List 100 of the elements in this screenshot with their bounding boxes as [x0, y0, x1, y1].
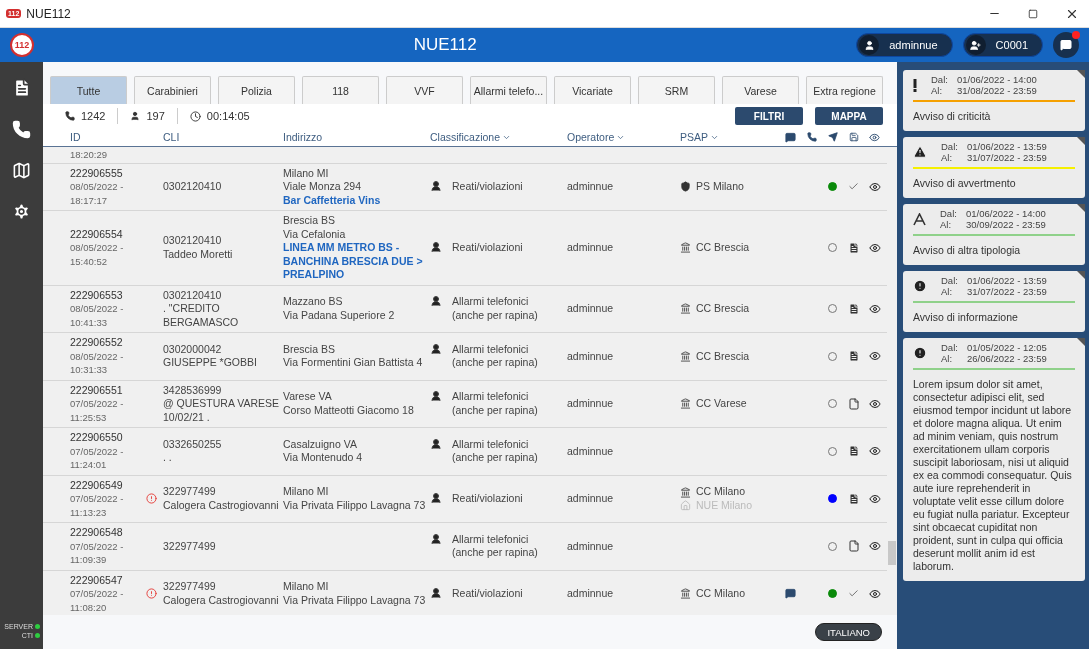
- call-id: 222906555: [70, 166, 124, 180]
- address-line: Casalzuigno VA: [283, 437, 358, 452]
- tab[interactable]: VVF: [386, 76, 463, 104]
- column-header[interactable]: ID: [70, 131, 140, 143]
- end-date: 31/07/2022 - 23:59: [967, 286, 1047, 297]
- notice-card[interactable]: Dal: 01/06/2022 - 13:59 Al: 31/07/2022 - 23:59 Avviso di avvertmento: [903, 137, 1085, 198]
- notice-card[interactable]: [903, 338, 1085, 581]
- user-chip[interactable]: adminnue: [856, 33, 953, 57]
- call-date: 07/05/2022 -: [70, 587, 125, 601]
- notice-card[interactable]: Dal: 01/06/2022 - 14:00 Al: 30/09/2022 - 23:59 Avviso di altra tipologia: [903, 204, 1085, 265]
- address-line: Via Privata Filippo Lavagna 73: [283, 593, 427, 608]
- operator: adminnue: [567, 302, 615, 316]
- message-icon[interactable]: [785, 588, 796, 600]
- call-date: 07/05/2022 -: [70, 397, 125, 411]
- folded-corner-icon: [1077, 271, 1085, 279]
- place-name: Bar Caffetteria Vins: [283, 193, 382, 207]
- map-icon[interactable]: [12, 161, 31, 180]
- call-time: 11:09:39: [70, 553, 108, 567]
- table-row[interactable]: 222906552 08/05/2022 - 10:31:33 0302000042 GIUSEPPE *GOBBI Brescia BS Via Formentini Gian Battista 4 Allarmi telefonici (anche per rapina) adminnue CC Brescia: [43, 333, 887, 381]
- tab[interactable]: Allarmi telefo...: [470, 76, 547, 104]
- classification: Allarmi telefonici (anche per rapina): [452, 342, 539, 370]
- station-chip[interactable]: C0001: [962, 33, 1043, 57]
- building-icon: [680, 350, 691, 362]
- call-time: 18:20:29: [70, 148, 108, 162]
- caller-info: 0302120410: [163, 180, 223, 194]
- classification: Reati/violazioni: [452, 587, 523, 601]
- table-row[interactable]: 222906553 08/05/2022 - 10:41:33 0302120410 . "CREDITO BERGAMASCO Mazzano BS Via Padana Superiore 2 Allarmi telefonici (anche per rapina) adminnue CC Brescia: [43, 285, 887, 333]
- notice-card[interactable]: Dal: 01/06/2022 - 13:59 Al: 31/07/2022 - 23:59 Avviso di informazione: [903, 271, 1085, 332]
- tab[interactable]: Carabinieri: [134, 76, 211, 104]
- exclamation-icon: [913, 78, 917, 92]
- date-label: Dal:: [941, 141, 959, 152]
- messages-button[interactable]: [1053, 32, 1079, 58]
- caller-info: 322977499: [163, 580, 217, 594]
- call-date: 07/05/2022 -: [70, 492, 125, 506]
- call-id: 222906552: [70, 336, 124, 350]
- table-row[interactable]: 222906548 07/05/2022 - 11:09:39 322977499 Allarmi telefonici (anche per rapina) adminnue: [43, 523, 887, 571]
- column-header[interactable]: Classificazione: [430, 131, 567, 143]
- caller-info: Taddeo Moretti: [163, 247, 234, 262]
- caller-info: 0332650255: [163, 437, 223, 452]
- operator: adminnue: [567, 444, 615, 458]
- tab[interactable]: Extra regione: [806, 76, 883, 104]
- station-code: C0001: [995, 39, 1028, 51]
- user-icon: [130, 111, 141, 121]
- language-button[interactable]: ITALIANO: [815, 623, 882, 641]
- classification: Reati/violazioni: [452, 492, 523, 506]
- psap-name: CC Milano: [696, 587, 745, 601]
- table-row[interactable]: 222906550 07/05/2022 - 11:24:01 0332650255 . . Casalzuigno VA Via Montenudo 4 Allarmi telefonici (anche per rapina) adminnue: [43, 428, 887, 476]
- column-header[interactable]: PSAP: [680, 131, 780, 143]
- caller-info: 0302120410: [163, 288, 223, 302]
- settings-icon[interactable]: [12, 202, 31, 221]
- building-icon: [680, 242, 691, 254]
- folded-corner-icon: [1077, 137, 1085, 145]
- call-time: 18:17:17: [70, 193, 108, 207]
- phone-icon: [65, 111, 75, 121]
- action-button[interactable]: FILTRI: [735, 107, 803, 125]
- psap-name: PS Milano: [696, 180, 744, 194]
- table-row[interactable]: 222906555 08/05/2022 - 18:17:17 0302120410 Milano MI Viale Monza 294 Bar Caffetteria Vins Reati/violazioni adminnue PS Milano: [43, 163, 887, 211]
- caller-info: 3428536999: [163, 383, 223, 397]
- phone-icon[interactable]: [12, 120, 31, 139]
- action-button[interactable]: MAPPA: [815, 107, 883, 125]
- caller-info: GIUSEPPE *GOBBI: [163, 356, 258, 370]
- user-icon: [430, 241, 442, 253]
- call-time: 11:08:20: [70, 600, 108, 614]
- call-date: 08/05/2022 -: [70, 302, 125, 316]
- address-line: Brescia BS: [283, 214, 336, 228]
- notice-text: Avviso di altra tipologia: [913, 244, 1022, 257]
- classification: Allarmi telefonici (anche per rapina): [452, 437, 539, 465]
- tab[interactable]: SRM: [638, 76, 715, 104]
- call-time: 11:25:53: [70, 410, 108, 424]
- table-row[interactable]: 222906554 08/05/2022 - 15:40:52 0302120410 Taddeo Moretti Brescia BS Via Cefalonia LINEA MM METRO BS - BANCHINA BRESCIA DUE > PREALPINO Reati/violazioni adminnue CC Brescia: [43, 211, 887, 286]
- tab[interactable]: Polizia: [218, 76, 295, 104]
- date-label: Al:: [941, 353, 954, 364]
- date-label: Al:: [940, 219, 953, 230]
- address-line: Corso Matteotti Giacomo 18: [283, 403, 415, 418]
- start-date: 01/06/2022 - 14:00: [957, 74, 1037, 85]
- date-label: Al:: [941, 152, 954, 163]
- user-icon: [430, 532, 442, 545]
- tab[interactable]: Tutte: [50, 76, 127, 104]
- call-time: 11:13:23: [70, 505, 108, 519]
- call-id: 222906548: [70, 526, 124, 540]
- operator: adminnue: [567, 241, 615, 255]
- classification: Allarmi telefonici (anche per rapina): [452, 390, 539, 418]
- address-line: Via Formentini Gian Battista 4: [283, 356, 424, 370]
- tab[interactable]: Vicariate: [554, 76, 631, 104]
- warning-icon: [913, 145, 927, 159]
- window-title: NUE112: [26, 6, 72, 21]
- column-header[interactable]: Operatore: [567, 131, 680, 143]
- notice-card[interactable]: Dal: 01/06/2022 - 14:00 Al: 31/08/2022 - 23:59 Avviso di criticità: [903, 70, 1085, 131]
- maximize-icon: [1028, 8, 1038, 19]
- address-line: Varese VA: [283, 390, 333, 404]
- tab[interactable]: 118: [302, 76, 379, 104]
- caller-info: Calogera Castrogiovanni: [163, 593, 280, 608]
- column-header[interactable]: CLI: [163, 131, 283, 143]
- call-date: 07/05/2022 -: [70, 444, 125, 458]
- column-header[interactable]: Indirizzo: [283, 131, 430, 143]
- start-date: 01/05/2022 - 12:05: [967, 342, 1047, 353]
- address-line: Milano MI: [283, 580, 330, 594]
- start-date: 01/06/2022 - 13:59: [967, 275, 1047, 286]
- operator: adminnue: [567, 539, 615, 553]
- tab[interactable]: Varese: [722, 76, 799, 104]
